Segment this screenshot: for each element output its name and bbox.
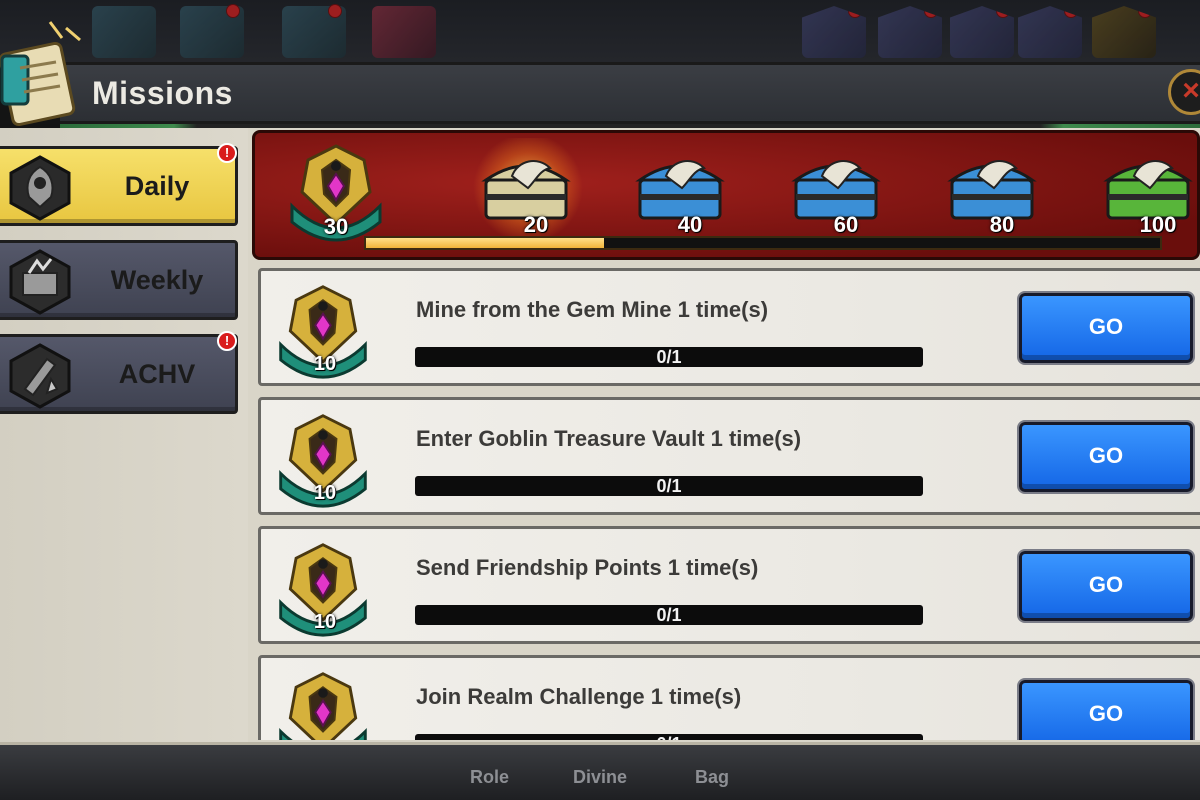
mission-list[interactable]: 10 Mine from the Gem Mine 1 time(s) 0/1 GO 1… bbox=[258, 268, 1200, 740]
star-event-icon[interactable] bbox=[802, 6, 866, 58]
gift-icon[interactable] bbox=[180, 4, 244, 58]
tab-label: Weekly bbox=[110, 265, 204, 295]
rocket-event-icon[interactable] bbox=[878, 6, 942, 58]
pass-event-icon[interactable] bbox=[950, 6, 1014, 58]
bottom-navigation: Role Divine Bag bbox=[0, 742, 1200, 800]
page-title: Missions bbox=[92, 75, 233, 111]
nav-bag[interactable]: Bag bbox=[695, 767, 729, 788]
notification-badge: ! bbox=[217, 331, 237, 351]
mission-progress-text: 0/1 bbox=[415, 734, 923, 740]
journal-icon[interactable] bbox=[1092, 6, 1156, 58]
missions-header: Missions × bbox=[60, 62, 1200, 128]
close-button[interactable]: × bbox=[1168, 69, 1200, 115]
notification-dot bbox=[1138, 6, 1152, 18]
mission-row: 10 Send Friendship Points 1 time(s) 0/1 GO bbox=[258, 526, 1200, 644]
notification-dot bbox=[226, 4, 240, 18]
go-button[interactable]: GO bbox=[1019, 551, 1193, 621]
activity-points-emblem-icon bbox=[279, 672, 367, 740]
achievement-emblem-icon bbox=[9, 343, 71, 409]
notification-dot bbox=[1064, 6, 1078, 18]
chest-threshold-label: 40 bbox=[677, 212, 703, 237]
activity-progress-bar bbox=[364, 236, 1162, 250]
activity-points-value: 30 bbox=[323, 214, 349, 239]
mission-description: Join Realm Challenge 1 time(s) bbox=[416, 684, 742, 709]
daily-emblem-icon bbox=[9, 155, 71, 221]
mission-reward-value: 10 bbox=[313, 611, 337, 633]
mission-progress-text: 0/1 bbox=[656, 476, 682, 496]
mission-progress-text: 0/1 bbox=[656, 347, 682, 367]
chest-threshold-label: 100 bbox=[1139, 212, 1177, 237]
tab-label: ACHV bbox=[118, 359, 196, 389]
mission-progress-bar: 0/1 bbox=[415, 734, 923, 740]
hero-portrait-icon[interactable] bbox=[372, 6, 436, 58]
go-button[interactable]: GO bbox=[1019, 293, 1193, 363]
tab-achv[interactable]: ACHV ! bbox=[0, 331, 238, 414]
notification-dot bbox=[848, 6, 862, 18]
mission-row: 10 Mine from the Gem Mine 1 time(s) 0/1 GO bbox=[258, 268, 1200, 386]
event-icon[interactable] bbox=[92, 6, 156, 58]
mission-description: Enter Goblin Treasure Vault 1 time(s) bbox=[416, 426, 802, 451]
nav-role[interactable]: Role bbox=[470, 767, 509, 788]
tab-daily[interactable]: Daily ! bbox=[0, 143, 238, 226]
chest-threshold-label: 80 bbox=[989, 212, 1015, 237]
top-resource-bar bbox=[0, 0, 1200, 62]
mission-reward-value: 10 bbox=[313, 482, 337, 504]
chest-threshold-label: 60 bbox=[833, 212, 859, 237]
tab-label: Daily bbox=[124, 171, 190, 201]
scroll-icon bbox=[0, 21, 81, 127]
activity-progress-fill bbox=[366, 238, 605, 248]
mission-progress-bar: 0/1 bbox=[415, 347, 923, 367]
mission-reward-value: 10 bbox=[313, 353, 337, 375]
book-event-icon[interactable] bbox=[1018, 6, 1082, 58]
notification-dot bbox=[996, 6, 1010, 18]
chest-threshold-label: 20 bbox=[523, 212, 549, 237]
mission-row: 10 Enter Goblin Treasure Vault 1 time(s) 0… bbox=[258, 397, 1200, 515]
tab-weekly[interactable]: Weekly bbox=[0, 240, 238, 320]
notification-badge: ! bbox=[217, 143, 237, 163]
weekly-emblem-icon bbox=[9, 249, 71, 315]
mission-progress-bar: 0/1 bbox=[415, 605, 923, 625]
mission-progress-bar: 0/1 bbox=[415, 476, 923, 496]
mission-row: 10Join Realm Challenge 1 time(s)0/1GO bbox=[258, 655, 1200, 740]
notification-dot bbox=[924, 6, 938, 18]
go-button[interactable]: GO bbox=[1019, 422, 1193, 492]
go-button[interactable]: GO bbox=[1019, 680, 1193, 740]
mission-description: Mine from the Gem Mine 1 time(s) bbox=[416, 297, 769, 322]
notification-dot bbox=[328, 4, 342, 18]
shop-icon[interactable] bbox=[282, 4, 346, 58]
nav-divine[interactable]: Divine bbox=[573, 767, 627, 788]
mission-description: Send Friendship Points 1 time(s) bbox=[416, 555, 759, 580]
mission-progress-text: 0/1 bbox=[656, 605, 682, 625]
